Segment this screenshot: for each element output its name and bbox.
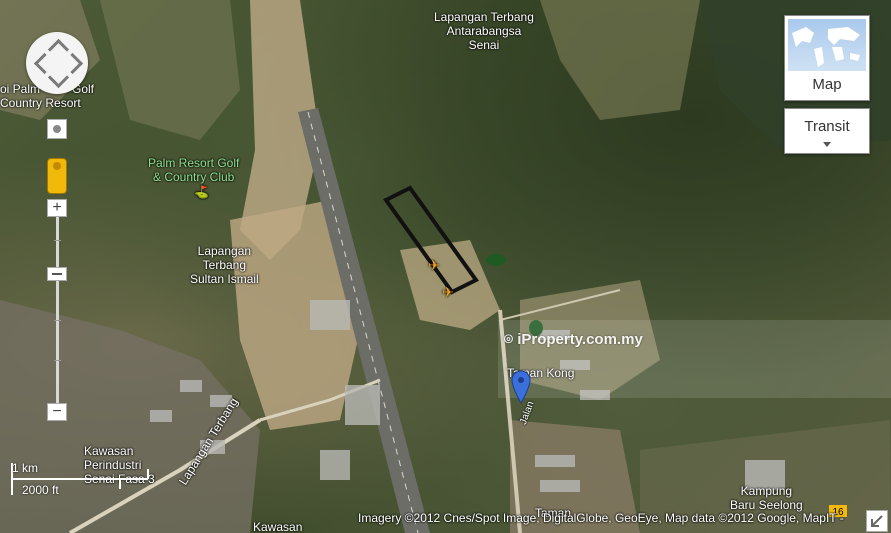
golf-marker-icon[interactable]: ⛳ xyxy=(194,185,209,199)
pin-outline-icon: ⌾ xyxy=(504,331,514,348)
zoom-tick xyxy=(54,360,61,361)
zoom-in-icon[interactable]: + xyxy=(47,199,67,217)
zoom-slider-handle[interactable] xyxy=(47,267,67,281)
locate-icon[interactable] xyxy=(47,119,67,139)
place-label-senai[interactable]: Lapangan Terbang Antarabangsa Senai xyxy=(434,10,534,52)
place-label-palm-resort-golf[interactable]: Palm Resort Golf & Country Club xyxy=(148,156,239,184)
airport-marker-icon[interactable]: ✈ xyxy=(442,285,454,299)
zoom-track[interactable] xyxy=(56,217,59,403)
pan-down-icon[interactable] xyxy=(47,66,70,89)
pan-right-icon[interactable] xyxy=(61,52,84,75)
world-map-thumbnail xyxy=(788,19,866,71)
transit-label: Transit xyxy=(804,118,850,135)
pan-left-icon[interactable] xyxy=(33,52,56,75)
zoom-out-icon[interactable]: − xyxy=(47,403,67,421)
place-label-kawasan-bottom[interactable]: Kawasan xyxy=(253,520,302,533)
zoom-tick xyxy=(54,240,61,241)
scale-ft-label: 2000 ft xyxy=(22,483,59,497)
airport-marker-icon[interactable]: ✈ xyxy=(428,258,440,272)
pan-control-icon[interactable] xyxy=(26,32,88,94)
expand-corner-icon[interactable] xyxy=(866,510,888,532)
map-type-button[interactable]: Map xyxy=(784,15,870,101)
transit-button[interactable]: Transit xyxy=(784,108,870,154)
watermark: ⌾ iProperty.com.my xyxy=(504,331,643,348)
map-attribution[interactable]: Imagery ©2012 Cnes/Spot Image, DigitalGl… xyxy=(358,511,844,525)
map-type-label: Map xyxy=(812,76,842,93)
zoom-tick xyxy=(54,320,61,321)
chevron-down-icon xyxy=(823,142,831,147)
place-label-kampung-baru-seelong[interactable]: Kampung Baru Seelong xyxy=(730,484,803,512)
pan-up-icon[interactable] xyxy=(47,38,70,61)
pegman-icon[interactable] xyxy=(47,158,67,194)
satellite-map[interactable]: 16 ✈ ✈ ⛳ Lapangan Terbang Antarabangsa S… xyxy=(0,0,891,533)
scale-km-label: 1 km xyxy=(12,461,39,475)
location-pin-icon[interactable] xyxy=(511,370,531,404)
place-label-sultan-ismail[interactable]: Lapangan Terbang Sultan Ismail xyxy=(190,244,259,286)
